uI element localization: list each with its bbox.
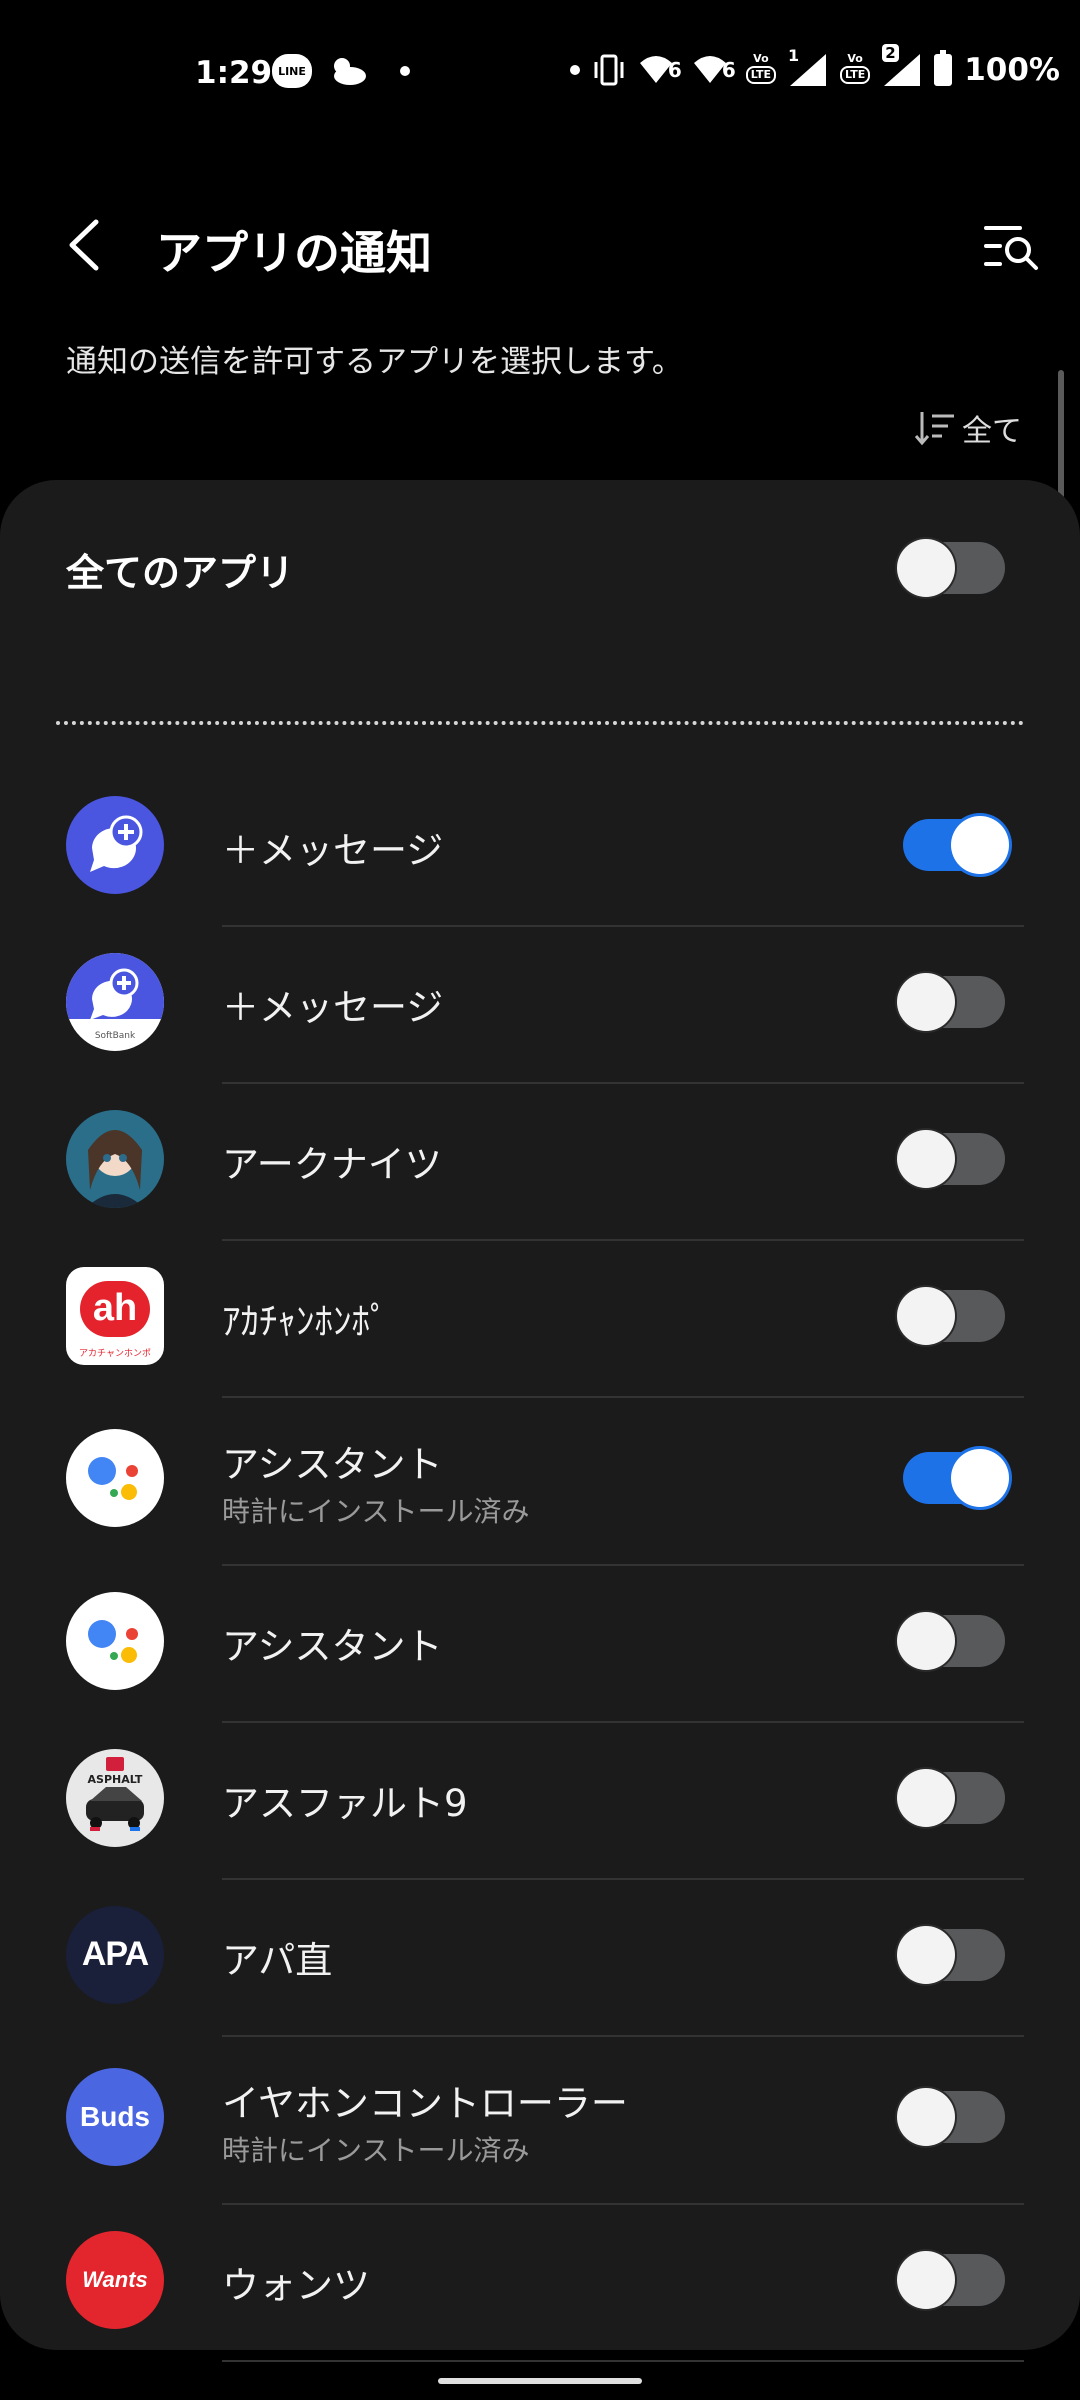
gesture-nav-handle[interactable] xyxy=(438,2378,642,2384)
signal-icon-2: 2 xyxy=(882,44,922,88)
akachan-honpo-icon: アカチャンホンポ ah xyxy=(66,1266,164,1365)
app-notification-toggle[interactable] xyxy=(897,1768,1005,1827)
icon-caption: アカチャンホンポ xyxy=(79,1348,151,1359)
apa-icon: APA xyxy=(66,1905,164,2004)
app-name: アークナイツ xyxy=(222,1143,442,1186)
app-notification-toggle[interactable] xyxy=(897,1286,1005,1345)
wifi6-icon-2: 6 xyxy=(692,52,736,88)
volte-icon-2: Vo LTE xyxy=(840,52,871,88)
all-apps-row[interactable]: 全てのアプリ xyxy=(0,480,1080,650)
app-name: ＋メッセージ xyxy=(222,829,444,872)
plus-message-softbank-icon: SoftBank xyxy=(66,952,164,1051)
asphalt9-icon: ASPHALT xyxy=(66,1748,164,1847)
vibrate-icon xyxy=(594,54,624,86)
weather-cloud-icon xyxy=(334,58,366,85)
volte-icon-1: Vo LTE xyxy=(745,52,776,88)
page-title: アプリの通知 xyxy=(156,226,432,280)
wifi6-label-2: 6 xyxy=(721,58,736,82)
system-icons: 6 6 Vo LTE 1 Vo LTE 2 100% xyxy=(569,44,1060,88)
icon-text: ASPHALT xyxy=(87,1772,143,1786)
app-notification-toggle[interactable] xyxy=(897,1129,1005,1188)
app-install-status: 時計にインストール済み xyxy=(222,2134,530,2167)
app-notification-card: 全てのアプリ ＋メッセージ SoftBank ＋メッセージ アークナイツアカチャンホン… xyxy=(0,480,1080,2362)
app-row[interactable]: APA アパ直 xyxy=(0,1880,1080,2037)
notification-icons: LINE xyxy=(272,54,410,88)
icon-text: Wants xyxy=(82,2266,148,2292)
app-notification-toggle[interactable] xyxy=(903,1449,1009,1507)
sort-icon xyxy=(914,412,954,446)
dotted-divider xyxy=(56,721,1024,725)
app-name: イヤホンコントローラー xyxy=(222,2082,628,2125)
sort-label: 全て xyxy=(962,414,1022,449)
app-row[interactable]: アシスタント xyxy=(0,1566,1080,1723)
wifi6-icon-1: 6 xyxy=(638,52,682,88)
plus-message-icon xyxy=(66,795,164,894)
signal-icon-1: 1 xyxy=(788,46,828,88)
line-icon: LINE xyxy=(272,54,312,88)
app-row[interactable]: SoftBank ＋メッセージ xyxy=(0,927,1080,1084)
dot-icon xyxy=(569,65,580,75)
app-name: アシスタント xyxy=(222,1625,443,1668)
assistant-icon xyxy=(66,1591,164,1690)
assistant-icon xyxy=(66,1429,164,1527)
app-row[interactable]: ＋メッセージ xyxy=(0,770,1080,927)
app-row[interactable]: Buds イヤホンコントローラー時計にインストール済み xyxy=(0,2037,1080,2205)
app-name: ウォンツ xyxy=(222,2264,370,2307)
app-notification-toggle[interactable] xyxy=(897,972,1005,1031)
app-row[interactable]: アシスタント時計にインストール済み xyxy=(0,1398,1080,1566)
wants-icon: Wants xyxy=(66,2230,164,2329)
icon-text: Buds xyxy=(80,2101,150,2132)
app-row[interactable]: アークナイツ xyxy=(0,1084,1080,1241)
app-notification-toggle[interactable] xyxy=(897,1611,1005,1670)
app-name: ＋メッセージ xyxy=(222,986,444,1029)
icon-caption: SoftBank xyxy=(94,1030,136,1041)
all-apps-label: 全てのアプリ xyxy=(66,551,295,595)
app-row[interactable]: アカチャンホンポ ah ｱｶﾁｬﾝﾎﾝﾎﾟ xyxy=(0,1241,1080,1398)
app-notification-toggle[interactable] xyxy=(897,1925,1005,1984)
app-row[interactable]: Wants ウォンツ xyxy=(0,2205,1080,2362)
back-button[interactable] xyxy=(58,210,118,280)
battery-icon xyxy=(934,50,953,86)
row-divider xyxy=(222,2360,1024,2362)
status-time: 1:29 xyxy=(195,55,273,91)
icon-text: ah xyxy=(80,1280,150,1337)
app-notification-toggle[interactable] xyxy=(897,2088,1005,2146)
icon-text: APA xyxy=(81,1935,149,1973)
app-name: アスファルト9 xyxy=(222,1782,468,1825)
app-name: ｱｶﾁｬﾝﾎﾝﾎﾟ xyxy=(222,1300,389,1343)
app-row[interactable]: ASPHALT アスファルト9 xyxy=(0,1723,1080,1880)
app-install-status: 時計にインストール済み xyxy=(222,1495,530,1528)
app-notification-toggle[interactable] xyxy=(903,815,1009,874)
all-apps-toggle[interactable] xyxy=(897,539,1005,597)
buds-icon: Buds xyxy=(66,2068,164,2166)
more-notifications-dot xyxy=(400,66,410,76)
battery-percent: 100% xyxy=(964,52,1060,88)
status-bar: 1:29 LINE 6 6 Vo LTE 1 Vo LTE 2 100% xyxy=(0,0,1080,150)
app-list: ＋メッセージ SoftBank ＋メッセージ アークナイツアカチャンホンポ ah ｱｶﾁｬ… xyxy=(0,770,1080,2362)
app-name: アパ直 xyxy=(222,1939,333,1982)
arknights-icon xyxy=(66,1109,164,1208)
page-description: 通知の送信を許可するアプリを選択します。 xyxy=(66,344,683,380)
app-name: アシスタント xyxy=(222,1443,443,1486)
sim2-label: 2 xyxy=(882,44,899,62)
search-list-icon[interactable] xyxy=(982,222,1042,272)
sim1-label: 1 xyxy=(788,46,800,65)
wifi6-label-1: 6 xyxy=(667,58,682,82)
sort-button[interactable]: 全て xyxy=(914,406,1022,450)
app-notification-toggle[interactable] xyxy=(897,2250,1005,2309)
